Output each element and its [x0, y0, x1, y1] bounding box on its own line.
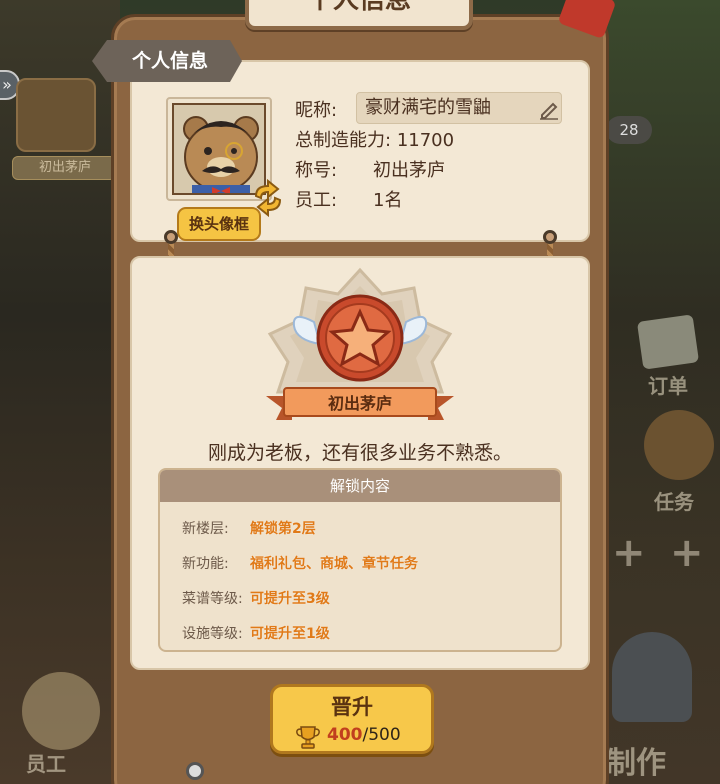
staff-count-label: 员工: — [295, 190, 338, 211]
add-slot-icon: + — [670, 530, 704, 576]
magnifier-icon — [186, 762, 204, 780]
nickname-label: 昵称: — [295, 100, 338, 121]
unlock-panel: 解锁内容 新楼层: 解锁第2层 新功能: 福利礼包、商城、章节任务 菜谱等级: 可提升… — [158, 468, 562, 652]
background-counter: 28 — [606, 116, 652, 144]
task-icon[interactable] — [644, 410, 714, 480]
nickname-field[interactable]: 豪财满宅的雪鼬 — [356, 92, 562, 124]
promote-progress: 400/500 — [327, 725, 401, 745]
order-label[interactable]: 订单 — [648, 370, 688, 399]
capacity-label: 总制造能力: — [295, 130, 392, 151]
unlock-row-value: 可提升至1级 — [250, 626, 330, 642]
trophy-icon — [296, 726, 320, 749]
unlock-row: 菜谱等级: 可提升至3级 — [182, 588, 330, 608]
promote-required: /500 — [362, 725, 401, 745]
background-avatar — [16, 78, 96, 152]
staff-icon[interactable] — [22, 672, 100, 750]
unlock-row-key: 菜谱等级: — [182, 591, 243, 607]
edit-pencil-icon[interactable] — [538, 98, 560, 120]
title-label: 称号: — [295, 160, 338, 181]
promote-button[interactable]: 晋升 400/500 — [270, 684, 434, 754]
panel-title: 个人信息 — [306, 0, 411, 15]
ring-decoration — [164, 230, 178, 244]
change-frame-button[interactable]: 换头像框 — [177, 207, 261, 241]
unlock-row-key: 新楼层: — [182, 521, 229, 537]
staff-count-value: 1名 — [373, 190, 403, 211]
add-slot-icon: + — [612, 530, 646, 576]
make-label[interactable]: 制作 — [606, 738, 666, 782]
staff-label[interactable]: 员工 — [26, 748, 66, 777]
title-value: 初出茅庐 — [373, 160, 445, 181]
promote-current: 400 — [327, 725, 363, 745]
unlock-row-value: 解锁第2层 — [250, 521, 316, 537]
rank-description: 刚成为老板，还有很多业务不熟悉。 — [207, 442, 512, 464]
promote-label: 晋升 — [331, 695, 373, 719]
rank-name: 初出茅庐 — [327, 394, 392, 413]
unlock-row-value: 可提升至3级 — [250, 591, 330, 607]
background-title-badge: 初出茅庐 — [12, 156, 116, 180]
ring-decoration — [543, 230, 557, 244]
unlock-row: 设施等级: 可提升至1级 — [182, 623, 330, 643]
task-label[interactable]: 任务 — [654, 486, 694, 515]
unlock-header: 解锁内容 — [160, 470, 560, 502]
unlock-row-value: 福利礼包、商城、章节任务 — [250, 556, 418, 572]
cooking-pot-icon — [612, 632, 692, 722]
unlock-row-key: 新功能: — [182, 556, 229, 572]
profile-ribbon-label: 个人信息 — [131, 50, 208, 72]
profile-ribbon: 个人信息 — [92, 40, 242, 82]
capacity-value: 11700 — [396, 130, 455, 151]
panel-title-tab: 个人信息 — [245, 0, 473, 30]
unlock-row: 新楼层: 解锁第2层 — [182, 518, 316, 538]
capacity-row: 总制造能力: 11700 — [295, 126, 454, 152]
rank-ribbon: 初出茅庐 — [266, 384, 454, 426]
unlock-row-key: 设施等级: — [182, 626, 243, 642]
unlock-row: 新功能: 福利礼包、商城、章节任务 — [182, 553, 418, 573]
order-icon[interactable] — [636, 314, 700, 370]
